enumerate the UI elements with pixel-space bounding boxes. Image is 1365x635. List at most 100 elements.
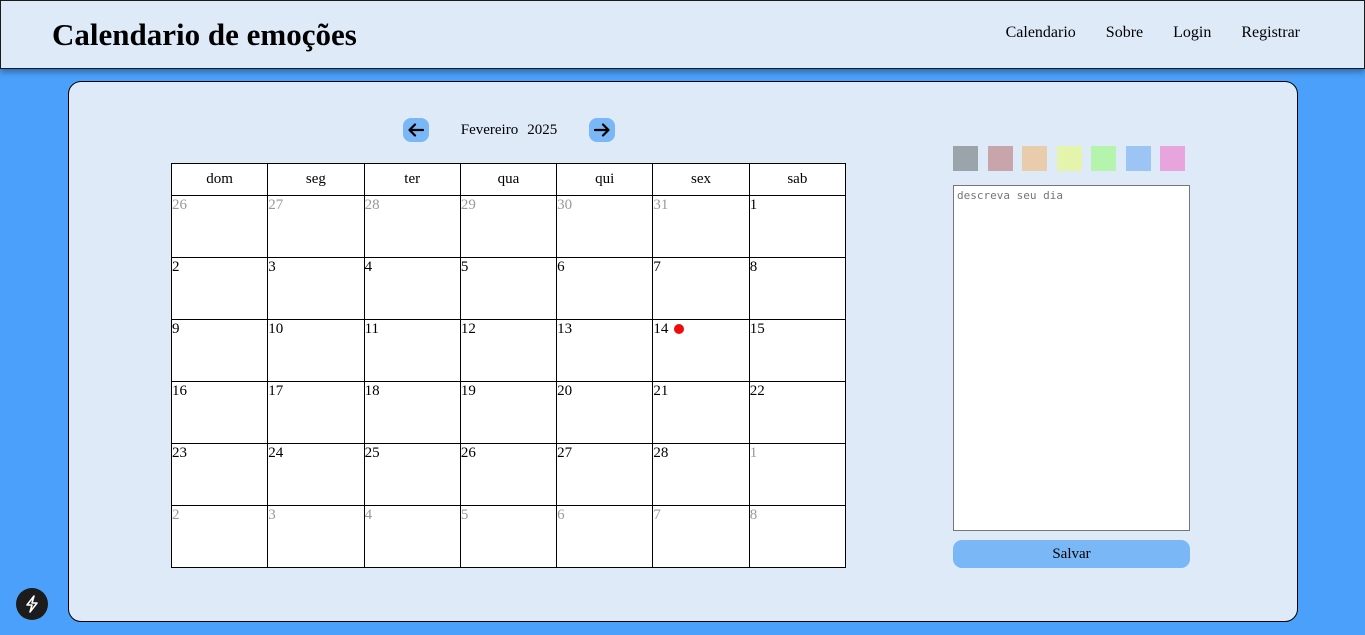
calendar-day-cell[interactable]: 13 xyxy=(556,319,654,382)
calendar-body: 26 27 28 29 30 31 1 2 3 4 5 6 7 8 9 10 11 12 13 14 15 16 17 18 1… xyxy=(170,195,847,568)
calendar-day-cell[interactable]: 4 xyxy=(363,257,461,320)
calendar-week-row: 9 10 11 12 13 14 15 xyxy=(170,319,847,382)
weekday-header-row: dom seg ter qua qui sex sab xyxy=(170,163,847,196)
emotion-color-swatch[interactable] xyxy=(1091,146,1116,171)
day-number: 21 xyxy=(653,383,669,399)
day-number: 7 xyxy=(653,507,661,523)
day-number: 26 xyxy=(172,197,187,213)
calendar-day-cell-outside-month[interactable]: 28 xyxy=(363,195,461,258)
day-number: 5 xyxy=(460,259,469,275)
calendar-day-cell[interactable]: 6 xyxy=(556,257,654,320)
calendar-day-cell[interactable]: 20 xyxy=(556,381,654,444)
next-month-button[interactable] xyxy=(588,118,615,142)
month-navigation: Fevereiro 2025 xyxy=(403,118,615,142)
calendar-week-row: 16 17 18 19 20 21 22 xyxy=(170,381,847,444)
day-number: 28 xyxy=(364,197,380,213)
day-number: 16 xyxy=(172,383,187,399)
nav-link-login[interactable]: Login xyxy=(1173,24,1211,42)
day-number: 12 xyxy=(460,321,476,337)
save-button[interactable]: Salvar xyxy=(953,540,1190,568)
day-number: 24 xyxy=(268,445,284,461)
calendar-day-cell[interactable]: 8 xyxy=(748,257,847,320)
calendar-day-cell[interactable]: 14 xyxy=(652,319,750,382)
weekday-header: seg xyxy=(267,163,365,196)
day-number: 8 xyxy=(749,507,758,523)
calendar-day-cell-outside-month[interactable]: 31 xyxy=(652,195,750,258)
calendar-day-cell[interactable]: 22 xyxy=(748,381,847,444)
calendar-day-cell[interactable]: 19 xyxy=(459,381,558,444)
calendar-day-cell[interactable]: 11 xyxy=(363,319,461,382)
emotion-color-swatch[interactable] xyxy=(1125,146,1151,171)
calendar-day-cell[interactable]: 12 xyxy=(459,319,558,382)
day-number: 23 xyxy=(172,445,187,461)
nav-link-registrar[interactable]: Registrar xyxy=(1241,24,1300,42)
day-number: 20 xyxy=(557,383,573,399)
calendar-day-cell[interactable]: 17 xyxy=(267,381,365,444)
weekday-header: dom xyxy=(170,163,269,196)
calendar-day-cell[interactable]: 26 xyxy=(459,443,558,506)
day-number: 17 xyxy=(268,383,284,399)
calendar-day-cell[interactable]: 7 xyxy=(652,257,750,320)
day-number: 10 xyxy=(268,321,284,337)
emotion-color-swatch[interactable] xyxy=(987,146,1013,171)
day-number: 22 xyxy=(749,383,765,399)
day-number: 31 xyxy=(653,197,669,213)
calendar-day-cell-outside-month[interactable]: 4 xyxy=(363,505,461,568)
weekday-header: qua xyxy=(459,163,558,196)
day-description-input[interactable] xyxy=(953,185,1190,531)
navbar: Calendario de emoções Calendario Sobre L… xyxy=(0,0,1365,69)
calendar-day-cell[interactable]: 1 xyxy=(748,195,847,258)
nav-link-calendario[interactable]: Calendario xyxy=(1006,24,1076,42)
emotion-color-swatch[interactable] xyxy=(1056,146,1082,171)
calendar-day-cell[interactable]: 21 xyxy=(652,381,750,444)
day-number: 18 xyxy=(364,383,380,399)
calendar-day-cell-outside-month[interactable]: 27 xyxy=(267,195,365,258)
prev-month-button[interactable] xyxy=(403,118,429,142)
emotion-color-swatch[interactable] xyxy=(1160,146,1185,171)
day-number: 30 xyxy=(557,197,573,213)
calendar-day-cell-outside-month[interactable]: 26 xyxy=(170,195,269,258)
calendar-day-cell[interactable]: 2 xyxy=(170,257,269,320)
arrow-right-icon xyxy=(593,123,610,137)
calendar-day-cell[interactable]: 15 xyxy=(748,319,847,382)
calendar-day-cell-outside-month[interactable]: 1 xyxy=(748,443,847,506)
day-number: 25 xyxy=(364,445,380,461)
calendar-day-cell[interactable]: 10 xyxy=(267,319,365,382)
day-number: 27 xyxy=(557,445,573,461)
calendar-day-cell[interactable]: 28 xyxy=(652,443,750,506)
calendar-day-cell[interactable]: 9 xyxy=(170,319,269,382)
calendar-day-cell-outside-month[interactable]: 29 xyxy=(459,195,558,258)
emotion-color-swatch[interactable] xyxy=(953,146,978,171)
day-number: 6 xyxy=(557,259,565,275)
calendar-day-cell-outside-month[interactable]: 6 xyxy=(556,505,654,568)
calendar-day-cell[interactable]: 18 xyxy=(363,381,461,444)
calendar-day-cell-outside-month[interactable]: 3 xyxy=(267,505,365,568)
day-number: 11 xyxy=(364,321,380,337)
day-number: 28 xyxy=(653,445,669,461)
day-number: 26 xyxy=(460,445,476,461)
day-number: 8 xyxy=(749,259,758,275)
calendar-day-cell-outside-month[interactable]: 7 xyxy=(652,505,750,568)
calendar-day-cell[interactable]: 16 xyxy=(170,381,269,444)
calendar-day-cell[interactable]: 27 xyxy=(556,443,654,506)
arrow-left-icon xyxy=(408,123,424,137)
calendar-day-cell-outside-month[interactable]: 8 xyxy=(748,505,847,568)
calendar-day-cell[interactable]: 23 xyxy=(170,443,269,506)
calendar-day-cell[interactable]: 3 xyxy=(267,257,365,320)
calendar-day-cell-outside-month[interactable]: 30 xyxy=(556,195,654,258)
nav-link-sobre[interactable]: Sobre xyxy=(1106,24,1143,42)
emotion-color-swatch[interactable] xyxy=(1022,146,1047,171)
lightning-icon xyxy=(26,595,38,613)
dev-tools-button[interactable] xyxy=(16,588,48,620)
calendar-day-cell[interactable]: 25 xyxy=(363,443,461,506)
calendar-day-cell-outside-month[interactable]: 5 xyxy=(459,505,558,568)
day-number: 29 xyxy=(460,197,476,213)
calendar-day-cell[interactable]: 5 xyxy=(459,257,558,320)
calendar-day-cell[interactable]: 24 xyxy=(267,443,365,506)
calendar-day-cell-outside-month[interactable]: 2 xyxy=(170,505,269,568)
day-number: 19 xyxy=(460,383,476,399)
calendar-week-row: 2 3 4 5 6 7 8 xyxy=(170,505,847,568)
calendar-grid: dom seg ter qua qui sex sab 26 27 28 29 30 31… xyxy=(170,163,847,568)
calendar-week-row: 23 24 25 26 27 28 1 xyxy=(170,443,847,506)
day-number: 7 xyxy=(653,259,661,275)
